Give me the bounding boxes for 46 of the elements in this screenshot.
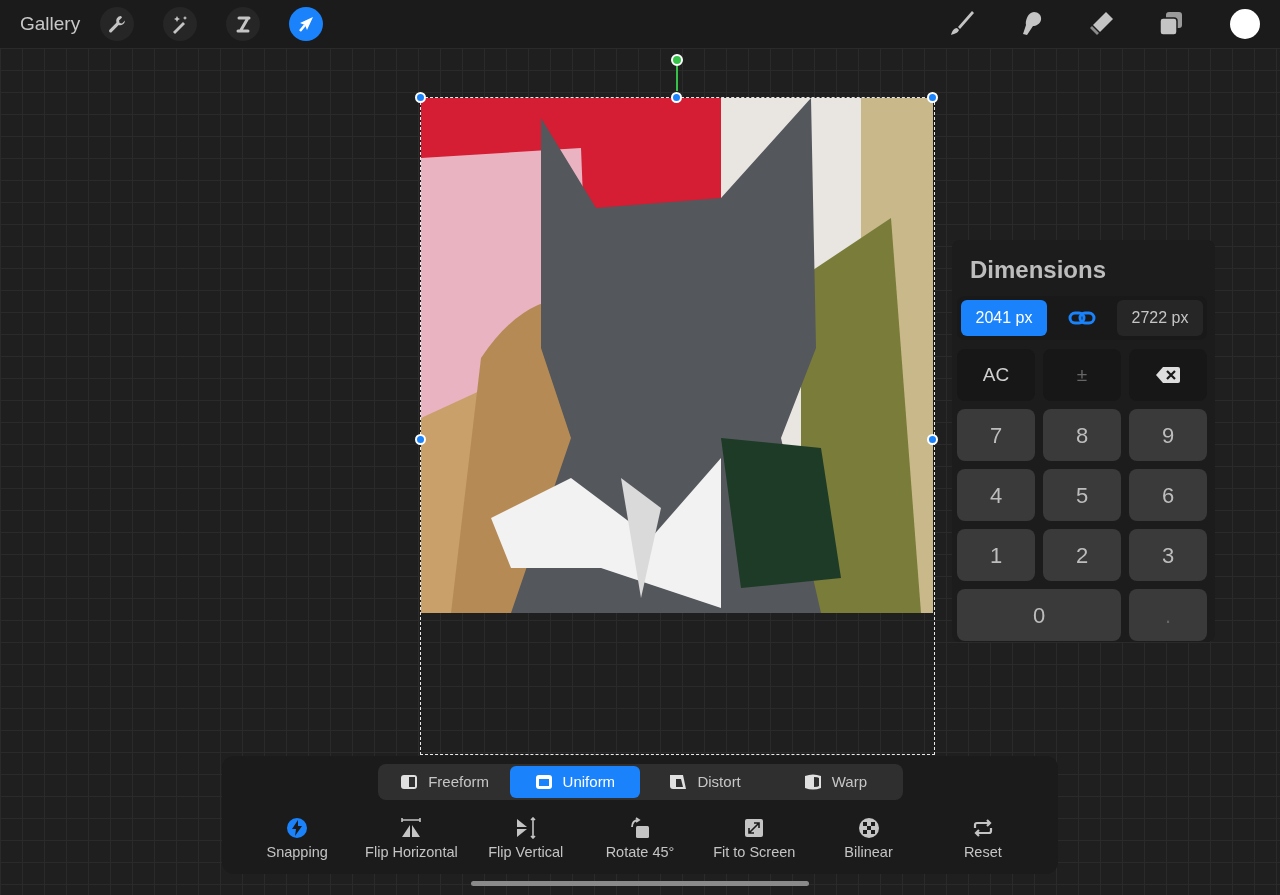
transform-handle[interactable] xyxy=(415,434,426,445)
gallery-button[interactable]: Gallery xyxy=(20,9,81,39)
transform-handle[interactable] xyxy=(415,92,426,103)
keypad-key[interactable]: 5 xyxy=(1043,469,1121,521)
keypad-key[interactable]: 8 xyxy=(1043,409,1121,461)
transform-box[interactable] xyxy=(420,97,935,755)
keypad-key[interactable]: 6 xyxy=(1129,469,1207,521)
mode-icon xyxy=(534,774,553,790)
toolbar-button[interactable]: Flip Vertical xyxy=(468,817,583,864)
tool-button[interactable] xyxy=(100,7,135,41)
toolbar-button[interactable]: Snapping xyxy=(240,817,355,864)
rotation-handle[interactable] xyxy=(671,54,683,91)
mode-tab[interactable]: Distort xyxy=(640,766,771,798)
mode-icon xyxy=(400,774,419,790)
toolbar-button[interactable]: Bilinear xyxy=(811,817,926,864)
transform-handle[interactable] xyxy=(927,92,938,103)
keypad-key[interactable]: 4 xyxy=(957,469,1035,521)
toolbar-button[interactable]: Fit to Screen xyxy=(697,817,812,864)
keypad-key[interactable]: 9 xyxy=(1129,409,1207,461)
link-icon[interactable] xyxy=(1068,310,1096,326)
keypad-key[interactable]: 1 xyxy=(957,529,1035,581)
keypad-key[interactable]: 3 xyxy=(1129,529,1207,581)
transform-handle[interactable] xyxy=(927,434,938,445)
toolbar-button[interactable]: Flip Horizontal xyxy=(354,817,469,864)
backspace-icon xyxy=(1156,366,1180,384)
dimension-field[interactable]: 2722 px xyxy=(1117,300,1203,336)
tool-button[interactable] xyxy=(289,7,324,41)
toolbar-button[interactable]: Rotate 45° xyxy=(582,817,698,864)
wrench-icon xyxy=(107,14,128,34)
keypad-key[interactable]: AC xyxy=(957,349,1035,401)
tool-button[interactable] xyxy=(226,7,261,41)
keypad-key[interactable]: 0 xyxy=(957,589,1121,641)
transform-handle[interactable] xyxy=(671,92,682,103)
backspace-key[interactable] xyxy=(1129,349,1207,401)
keypad-key[interactable]: 2 xyxy=(1043,529,1121,581)
mode-tab[interactable]: Warp xyxy=(770,766,901,798)
mode-tab[interactable]: Freeform xyxy=(379,766,510,798)
color-swatch[interactable] xyxy=(1230,9,1260,39)
toolbar-button[interactable]: Reset xyxy=(925,817,1040,864)
mode-icon xyxy=(669,774,688,790)
mode-tab[interactable]: Uniform xyxy=(509,766,640,798)
tool-button[interactable] xyxy=(163,7,198,41)
mode-icon xyxy=(803,774,822,790)
dimension-field[interactable]: 2041 px xyxy=(961,300,1047,336)
panel-title: Dimensions xyxy=(970,255,1108,285)
keypad-key[interactable]: 7 xyxy=(957,409,1035,461)
